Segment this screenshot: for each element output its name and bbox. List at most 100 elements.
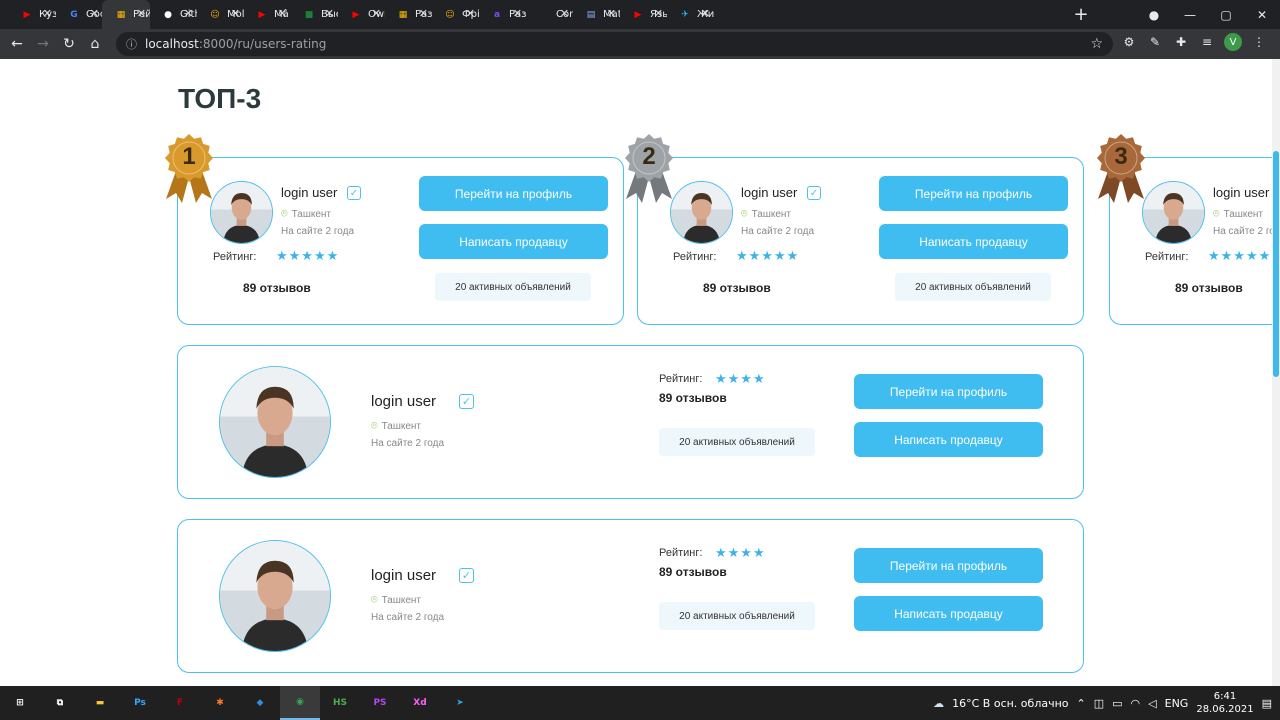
url-input[interactable]: ⓘ localhost:8000/ru/users-rating ☆ (116, 32, 1113, 56)
browser-tab[interactable]: a Раз ✕ (478, 0, 526, 29)
taskbar-taskview-icon[interactable]: ⧉ (40, 686, 80, 720)
go-to-profile-button[interactable]: Перейти на профиль (854, 548, 1043, 583)
username[interactable]: login user (371, 393, 436, 410)
taskbar-photoshop-icon[interactable]: Ps (120, 686, 160, 720)
taskbar-xd-icon[interactable]: Xd (400, 686, 440, 720)
avatar[interactable] (1142, 181, 1205, 244)
weather-text[interactable]: 16°C В осн. облачно (952, 697, 1068, 710)
browser-tab[interactable]: ●Gith✕ (149, 0, 197, 29)
browser-tab[interactable]: ▦ Раз ✕ (384, 0, 432, 29)
browser-tab[interactable]: ▶Кузн✕ (8, 0, 56, 29)
taskbar-filezilla-icon[interactable]: F (160, 686, 200, 720)
extension-pen-icon[interactable]: ✎ (1146, 33, 1164, 51)
avatar[interactable] (219, 540, 331, 652)
browser-tab[interactable]: ▦ Рей ✕ (102, 0, 150, 29)
language-indicator[interactable]: ENG (1165, 697, 1189, 710)
tab-close-icon[interactable]: ✕ (560, 7, 569, 20)
message-seller-button[interactable]: Написать продавцу (854, 596, 1043, 631)
username[interactable]: login user (741, 185, 797, 200)
notifications-icon[interactable]: ▤ (1262, 697, 1272, 710)
username[interactable]: login user (371, 567, 436, 584)
tab-close-icon[interactable]: ✕ (184, 7, 193, 20)
profile-avatar[interactable]: V (1224, 33, 1242, 51)
maximize-button[interactable]: ▢ (1208, 8, 1244, 22)
tab-close-icon[interactable]: ✕ (372, 7, 381, 20)
browser-tab[interactable]: ☺ Mol ✕ (196, 0, 244, 29)
message-seller-button[interactable]: Написать продавцу (879, 224, 1068, 259)
menu-kebab-icon[interactable]: ⋮ (1250, 33, 1268, 51)
new-tab-button[interactable]: + (1066, 4, 1096, 25)
taskbar-chrome-icon[interactable]: ◉ (280, 686, 320, 720)
tab-close-icon[interactable]: ✕ (90, 7, 99, 20)
active-ads-badge[interactable]: 20 активных объявлений (659, 428, 815, 456)
tab-close-icon[interactable]: ✕ (231, 7, 240, 20)
forward-button[interactable]: → (30, 36, 56, 52)
scrollbar-thumb[interactable] (1273, 151, 1279, 377)
tab-close-icon[interactable]: ✕ (513, 7, 522, 20)
browser-tab[interactable]: ■Вые✕ (290, 0, 338, 29)
avatar[interactable] (219, 366, 331, 478)
taskbar-vscode-icon[interactable]: ◆ (240, 686, 280, 720)
taskbar-telegram-icon[interactable]: ➤ (440, 686, 480, 720)
taskbar-hs-icon[interactable]: HS (320, 686, 360, 720)
browser-tab[interactable]: ☺ Фрі ✕ (431, 0, 479, 29)
tab-close-icon[interactable]: ✕ (466, 7, 475, 20)
clock[interactable]: 6:41 28.06.2021 (1196, 690, 1253, 716)
tab-close-icon[interactable]: ✕ (654, 7, 663, 20)
browser-tab[interactable]: ✈ Жи ✕ (666, 0, 714, 29)
verified-check-icon: ✓ (459, 394, 474, 409)
browser-tab[interactable]: ▶ Язь ✕ (619, 0, 667, 29)
username[interactable]: login user (281, 185, 337, 200)
extensions-puzzle-icon[interactable]: ✚ (1172, 33, 1190, 51)
home-button[interactable]: ⌂ (82, 36, 108, 52)
taskbar-start-icon[interactable]: ⊞ (0, 686, 40, 720)
network-icon[interactable]: ◫ (1094, 697, 1104, 710)
tray-chevron-icon[interactable]: ⌃ (1077, 697, 1086, 710)
avatar[interactable] (670, 181, 733, 244)
reviews-count: 89 отзывов (243, 281, 311, 295)
username[interactable]: login user (1213, 185, 1269, 200)
message-seller-button[interactable]: Написать продавцу (854, 422, 1043, 457)
browser-tab[interactable]: GGoo✕ (55, 0, 103, 29)
site-info-icon[interactable]: ⓘ (126, 36, 137, 52)
bookmark-star-icon[interactable]: ☆ (1090, 36, 1103, 52)
go-to-profile-button[interactable]: Перейти на профиль (879, 176, 1068, 211)
rank-number: 3 (1114, 143, 1128, 170)
reading-list-icon[interactable]: ≡ (1198, 33, 1216, 51)
active-ads-badge[interactable]: 20 активных объявлений (895, 273, 1051, 301)
tab-close-icon[interactable]: ✕ (137, 7, 146, 20)
wifi-icon[interactable]: ◠ (1131, 697, 1141, 710)
extension-gear-icon[interactable]: ⚙ (1120, 33, 1138, 51)
browser-tab[interactable]: ▶ Mâ ✕ (243, 0, 291, 29)
taskbar-explorer-icon[interactable]: ▬ (80, 686, 120, 720)
browser-tab[interactable]: ▤ Mat ✕ (572, 0, 620, 29)
tab-close-icon[interactable]: ✕ (419, 7, 428, 20)
avatar[interactable] (210, 181, 273, 244)
page-title: ТОП-3 (178, 83, 262, 114)
taskbar-xampp-icon[interactable]: ✱ (200, 686, 240, 720)
weather-icon[interactable]: ☁ (933, 697, 944, 710)
minimize-button[interactable]: — (1172, 8, 1208, 22)
location: ⌾ Ташкент (741, 208, 791, 221)
reload-button[interactable]: ↻ (56, 36, 82, 52)
page-scrollbar[interactable] (1272, 59, 1280, 686)
tab-close-icon[interactable]: ✕ (607, 7, 616, 20)
taskbar-phpstorm-icon[interactable]: PS (360, 686, 400, 720)
tab-close-icon[interactable]: ✕ (325, 7, 334, 20)
tab-close-icon[interactable]: ✕ (701, 7, 710, 20)
media-control-icon[interactable]: ● (1136, 8, 1172, 22)
active-ads-badge[interactable]: 20 активных объявлений (659, 602, 815, 630)
battery-icon[interactable]: ▭ (1112, 697, 1122, 710)
go-to-profile-button[interactable]: Перейти на профиль (854, 374, 1043, 409)
go-to-profile-button[interactable]: Перейти на профиль (419, 176, 608, 211)
tab-close-icon[interactable]: ✕ (43, 7, 52, 20)
browser-tab[interactable]: ▶ Owl ✕ (337, 0, 385, 29)
browser-tab[interactable]: E Cor ✕ (525, 0, 573, 29)
user-list-card: login user ✓ ⌾ Ташкент На сайте 2 года Рейтин… (177, 519, 1084, 673)
tab-close-icon[interactable]: ✕ (278, 7, 287, 20)
active-ads-badge[interactable]: 20 активных объявлений (435, 273, 591, 301)
volume-icon[interactable]: ◁ (1148, 697, 1156, 710)
close-window-button[interactable]: ✕ (1244, 8, 1280, 22)
message-seller-button[interactable]: Написать продавцу (419, 224, 608, 259)
back-button[interactable]: ← (4, 36, 30, 52)
